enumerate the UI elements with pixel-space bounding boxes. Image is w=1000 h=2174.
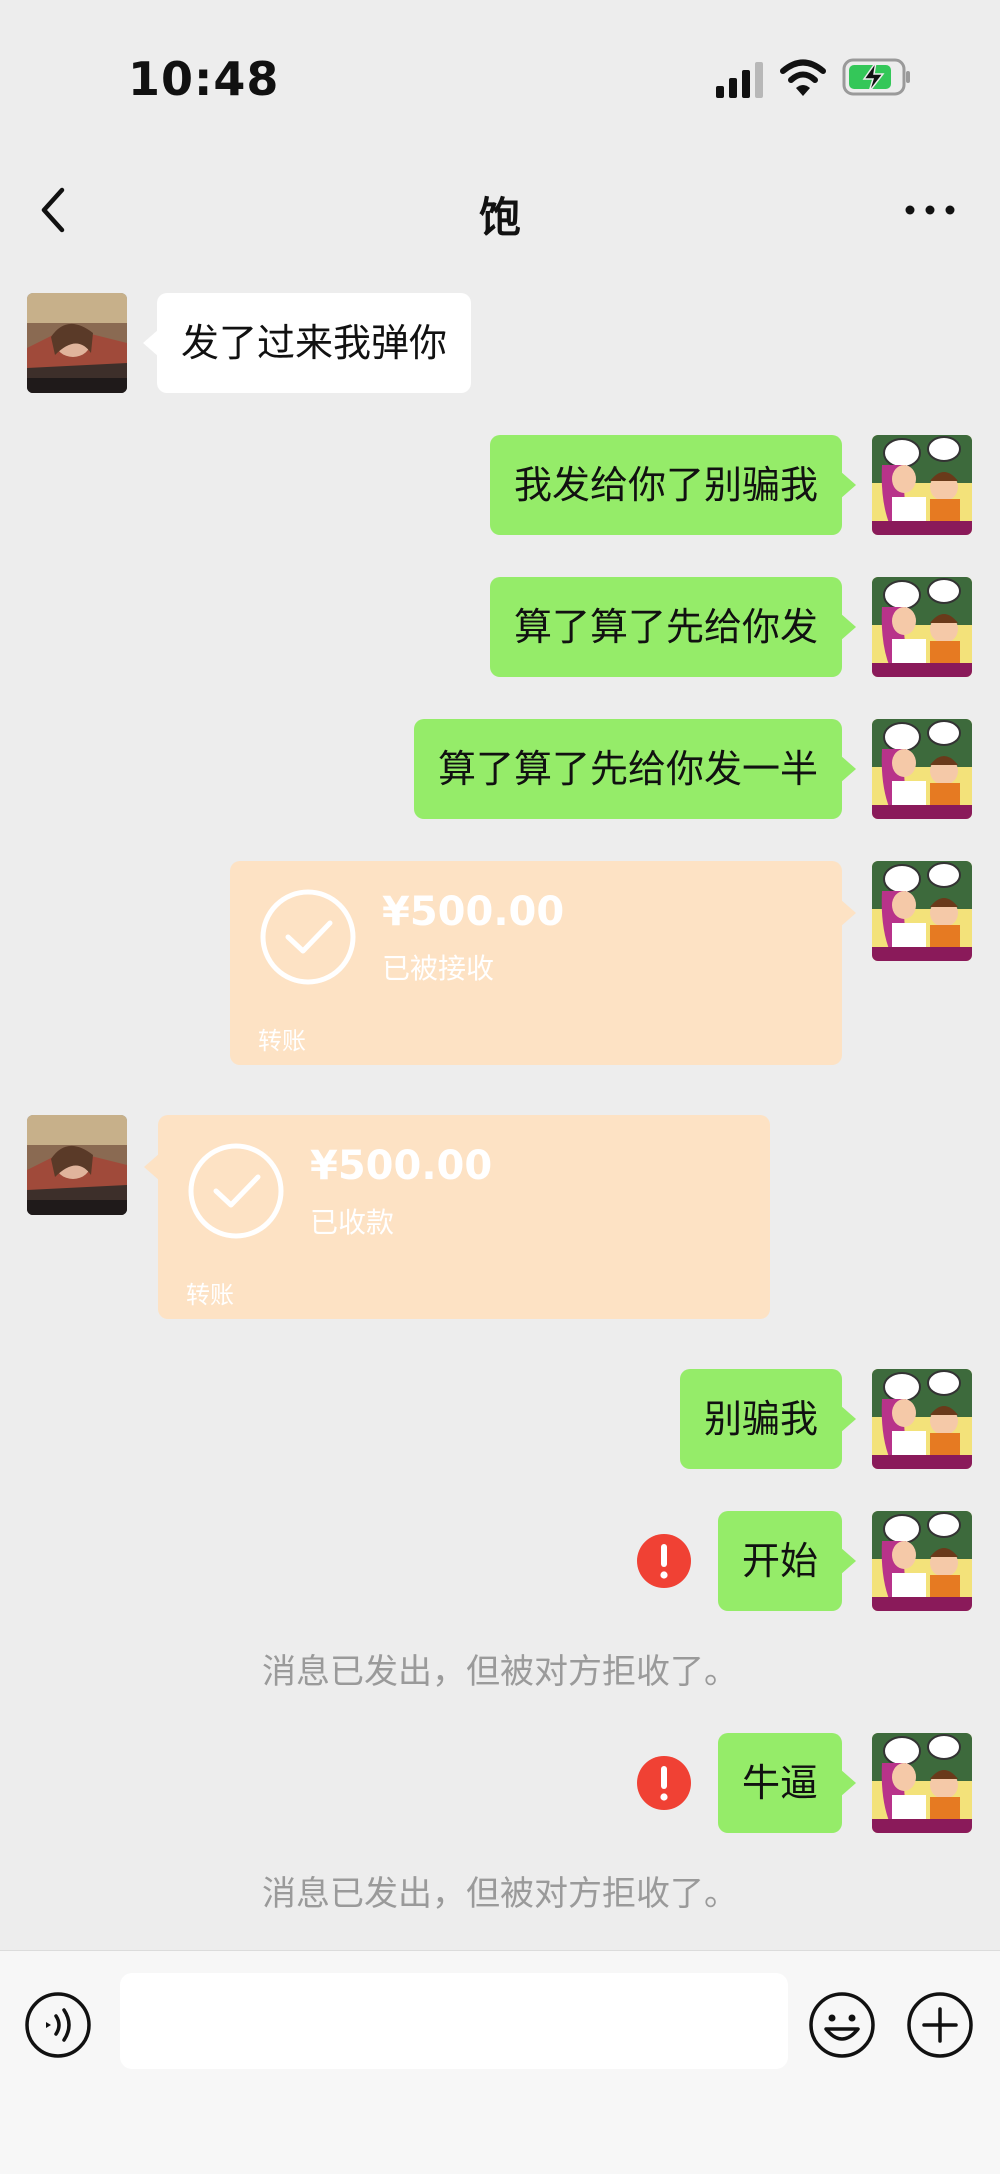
transfer-amount: ¥500.00 [310, 1143, 493, 1189]
my-avatar[interactable] [872, 719, 972, 819]
wifi-icon [780, 59, 826, 96]
status-bar: 10:48 [0, 0, 1000, 160]
transfer-card-received[interactable]: ¥500.00 已收款 转账 [144, 1115, 770, 1319]
sent-message-bubble[interactable]: 牛逼 [717, 1733, 857, 1833]
sent-message-bubble[interactable]: 我发给你了别骗我 [489, 435, 857, 535]
sent-message-bubble[interactable]: 算了算了先给你发 [489, 577, 857, 677]
transfer-label: 转账 [258, 1027, 306, 1055]
sent-message-bubble[interactable]: 开始 [717, 1511, 857, 1611]
transfer-status: 已被接收 [382, 952, 495, 985]
error-icon[interactable] [636, 1533, 692, 1589]
transfer-label: 转账 [186, 1281, 234, 1309]
message-input[interactable] [120, 1973, 788, 2069]
system-notice: 消息已发出，但被对方拒收了。 [262, 1652, 738, 1692]
my-avatar[interactable] [872, 1369, 972, 1469]
received-message-bubble[interactable]: 发了过来我弹你 [142, 293, 472, 393]
check-circle-icon [188, 1143, 284, 1239]
contact-avatar[interactable] [27, 293, 127, 393]
chat-header: 饱 [0, 160, 1000, 260]
voice-icon[interactable] [24, 1991, 92, 2059]
sent-message-bubble[interactable]: 算了算了先给你发一半 [413, 719, 857, 819]
error-icon[interactable] [636, 1755, 692, 1811]
signal-icon [716, 62, 763, 98]
contact-avatar[interactable] [27, 1115, 127, 1215]
my-avatar[interactable] [872, 861, 972, 961]
transfer-amount: ¥500.00 [382, 889, 565, 935]
status-time: 10:48 [128, 52, 280, 106]
input-bar [0, 1950, 1000, 2174]
system-notice: 消息已发出，但被对方拒收了。 [262, 1874, 738, 1914]
transfer-card-sent[interactable]: ¥500.00 已被接收 转账 [230, 861, 856, 1065]
battery-charging-icon [842, 58, 910, 96]
my-avatar[interactable] [872, 435, 972, 535]
check-circle-icon [260, 889, 356, 985]
plus-icon[interactable] [906, 1991, 974, 2059]
chat-title: 饱 [478, 193, 521, 242]
more-dots-icon[interactable] [900, 190, 960, 230]
sent-message-bubble[interactable]: 别骗我 [679, 1369, 857, 1469]
transfer-status: 已收款 [310, 1206, 395, 1239]
my-avatar[interactable] [872, 577, 972, 677]
my-avatar[interactable] [872, 1733, 972, 1833]
my-avatar[interactable] [872, 1511, 972, 1611]
emoji-icon[interactable] [808, 1991, 876, 2059]
